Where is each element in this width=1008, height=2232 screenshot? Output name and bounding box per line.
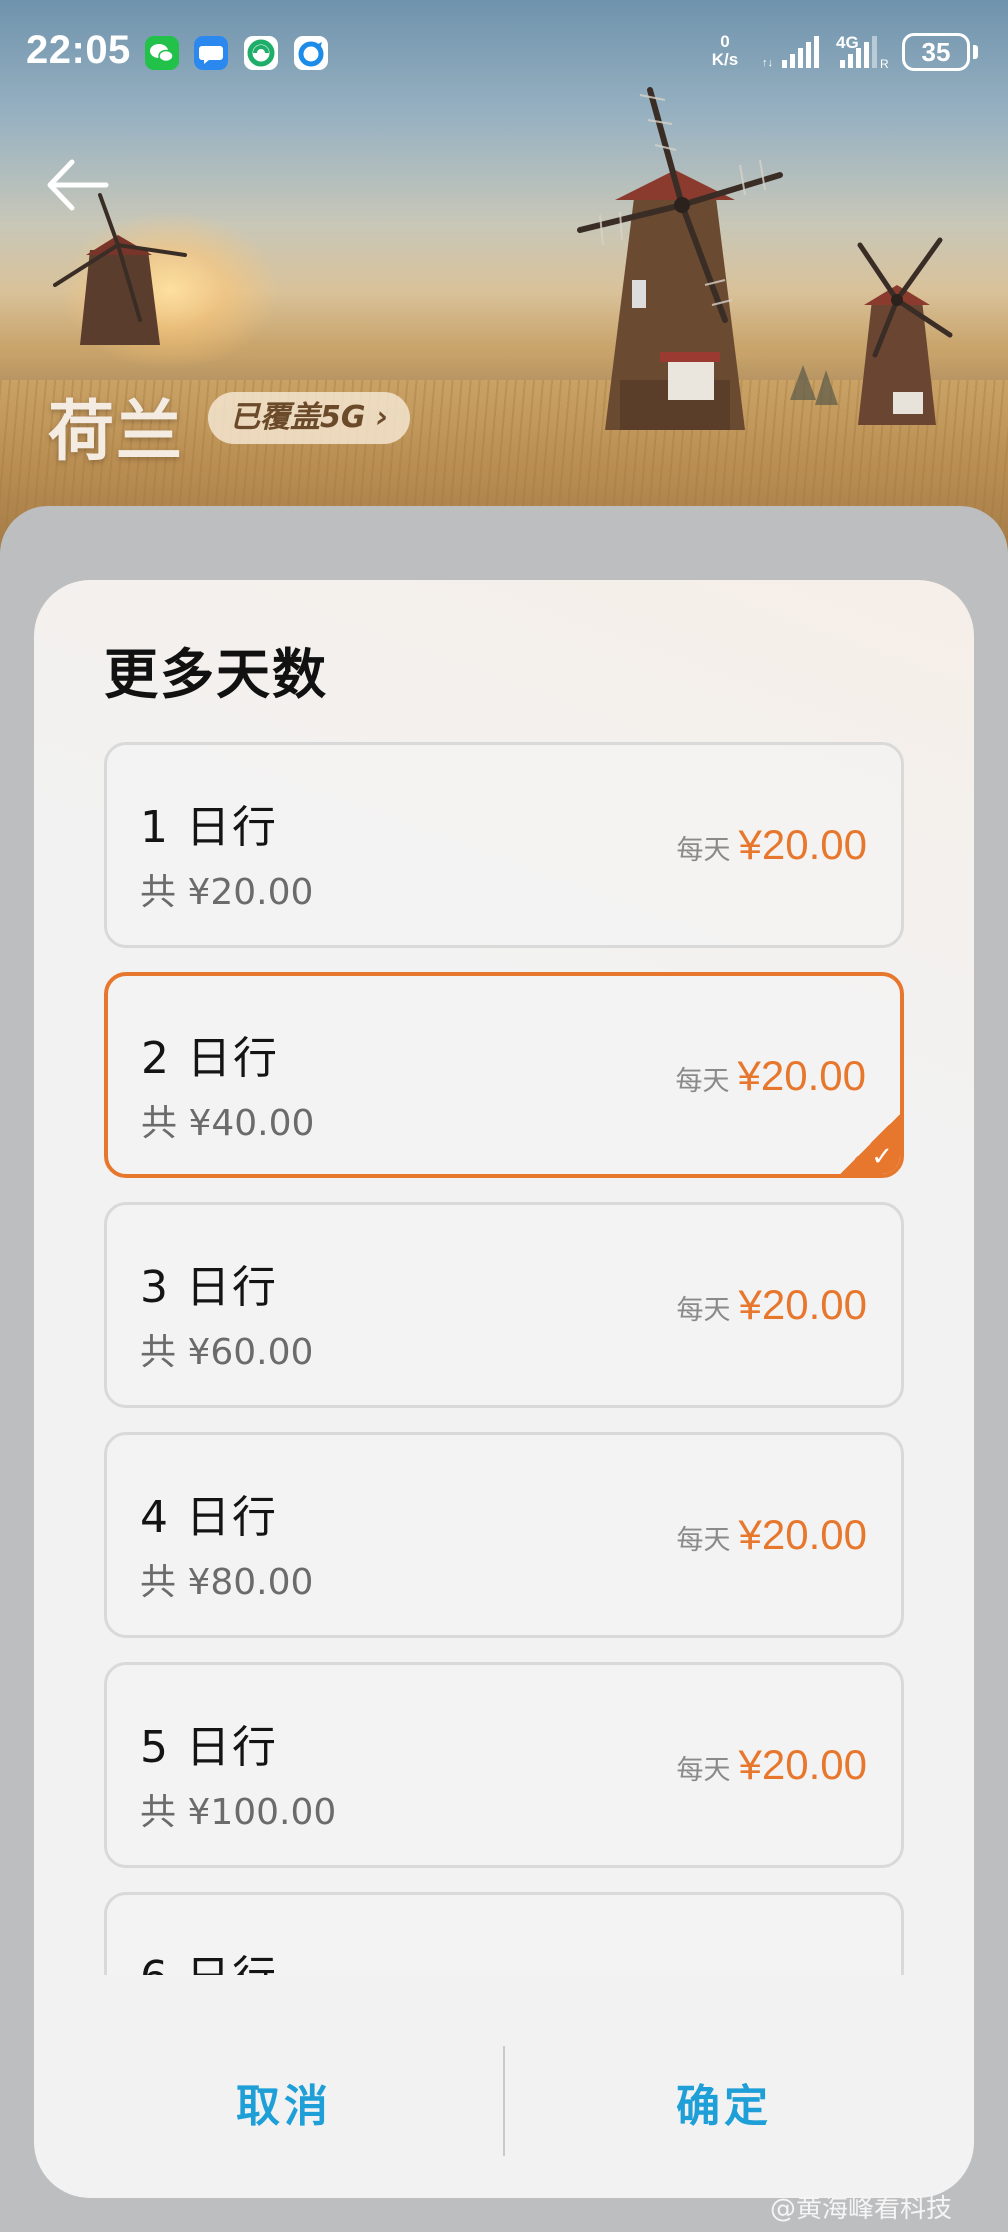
status-time: 22:05 [26,28,131,72]
chevron-right-icon: › [375,400,389,435]
days-picker-dialog: 更多天数 1 日行 共 ¥20.00 每天 ¥20.00 2 日行 共 ¥40.0… [34,580,974,2198]
message-icon [194,36,228,70]
daily-label: 每天 [675,1066,730,1097]
plan-total: 共 ¥20.00 [140,872,314,913]
plan-card-4-day[interactable]: 4 日行 共 ¥80.00 每天 ¥20.00 [104,1432,904,1638]
daily-price: ¥20.00 [738,1741,867,1788]
net-speed: 0 K/s [711,32,739,69]
plan-name: 2 日行 [141,1033,279,1084]
daily-label: 每天 [676,1525,731,1556]
daily-label: 每天 [676,835,731,866]
watermark: @黄海峰看科技 [770,2194,953,2224]
list-clip-edge [34,1975,974,2005]
signal-icon: ↑↓ [762,36,819,69]
plan-name: 3 日行 [140,1262,278,1313]
cancel-button[interactable]: 取消 [64,2070,504,2134]
wechat-icon [145,36,179,70]
plan-total: 共 ¥60.00 [140,1332,314,1373]
plan-name: 5 日行 [140,1722,278,1773]
plan-card-1-day[interactable]: 1 日行 共 ¥20.00 每天 ¥20.00 [104,742,904,948]
trees [790,365,838,405]
battery-indicator: 35 [902,33,970,71]
daily-label: 每天 [676,1755,731,1786]
checkmark-icon: ✓ [871,1142,893,1172]
svg-text:↑↓: ↑↓ [762,57,773,69]
dialog-title: 更多天数 [104,643,328,706]
country-name: 荷兰 [48,393,184,470]
plan-name: 1 日行 [140,802,278,853]
windmill-large [577,87,783,430]
dialog-footer: 取消 确定 [34,2020,974,2198]
back-button[interactable] [42,150,112,220]
plan-total: 共 ¥80.00 [140,1562,314,1603]
status-bar: 22:05 0 K/s ↑↓ 4G R 35 [0,0,1008,110]
svg-text:R: R [880,57,889,70]
plan-daily-price: 每天¥20.00 [677,821,867,869]
windmill-small-right [857,237,953,425]
plan-list[interactable]: 更多天数 1 日行 共 ¥20.00 每天 ¥20.00 2 日行 共 ¥40.0… [34,580,974,1990]
plan-daily-price: 每天¥20.00 [677,1511,867,1559]
coverage-badge[interactable]: 已覆盖5G › [208,392,411,444]
arrow-left-icon [47,159,109,211]
confirm-button[interactable]: 确定 [504,2070,944,2134]
plan-total: 共 ¥40.00 [141,1103,315,1144]
browser-icon [294,36,328,70]
plan-daily-price: 每天¥20.00 [677,1741,867,1789]
coverage-badge-label: 已覆盖5G [230,400,366,435]
battery-tip [973,45,978,59]
daily-price: ¥20.00 [738,1281,867,1328]
plan-name: 4 日行 [140,1492,278,1543]
daily-price: ¥20.00 [738,821,867,868]
plan-total: 共 ¥100.00 [140,1792,337,1833]
plan-card-5-day[interactable]: 5 日行 共 ¥100.00 每天 ¥20.00 [104,1662,904,1868]
plan-daily-price: 每天¥20.00 [677,1281,867,1329]
plan-daily-price: 每天¥20.00 [676,1052,866,1100]
daily-price: ¥20.00 [738,1511,867,1558]
daily-price: ¥20.00 [737,1052,866,1099]
daily-label: 每天 [676,1295,731,1326]
plan-card-2-day[interactable]: 2 日行 共 ¥40.00 每天 ¥20.00 ✓ [104,972,904,1178]
green-app-icon [244,36,278,70]
selected-check-badge: ✓ [838,1112,900,1174]
plan-card-3-day[interactable]: 3 日行 共 ¥60.00 每天 ¥20.00 [104,1202,904,1408]
signal-icon-2: R [840,36,889,70]
